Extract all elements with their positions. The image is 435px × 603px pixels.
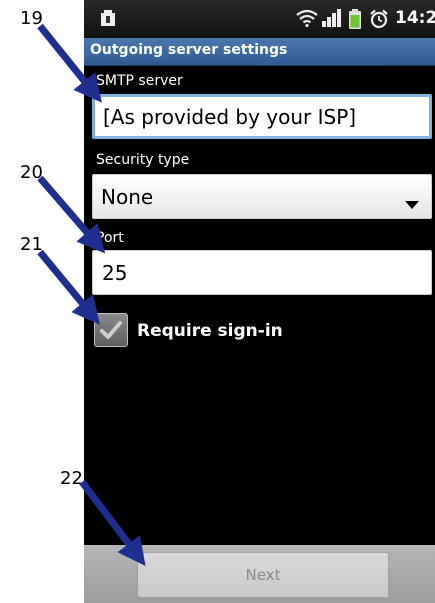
arrow-port [37, 175, 106, 254]
arrow-smtp [37, 23, 102, 103]
tutorial-figure: 14:29 Outgoing server settings SMTP serv… [0, 0, 435, 603]
callout-arrows [37, 23, 146, 567]
arrow-next [79, 479, 146, 567]
arrow-signin [37, 249, 101, 325]
